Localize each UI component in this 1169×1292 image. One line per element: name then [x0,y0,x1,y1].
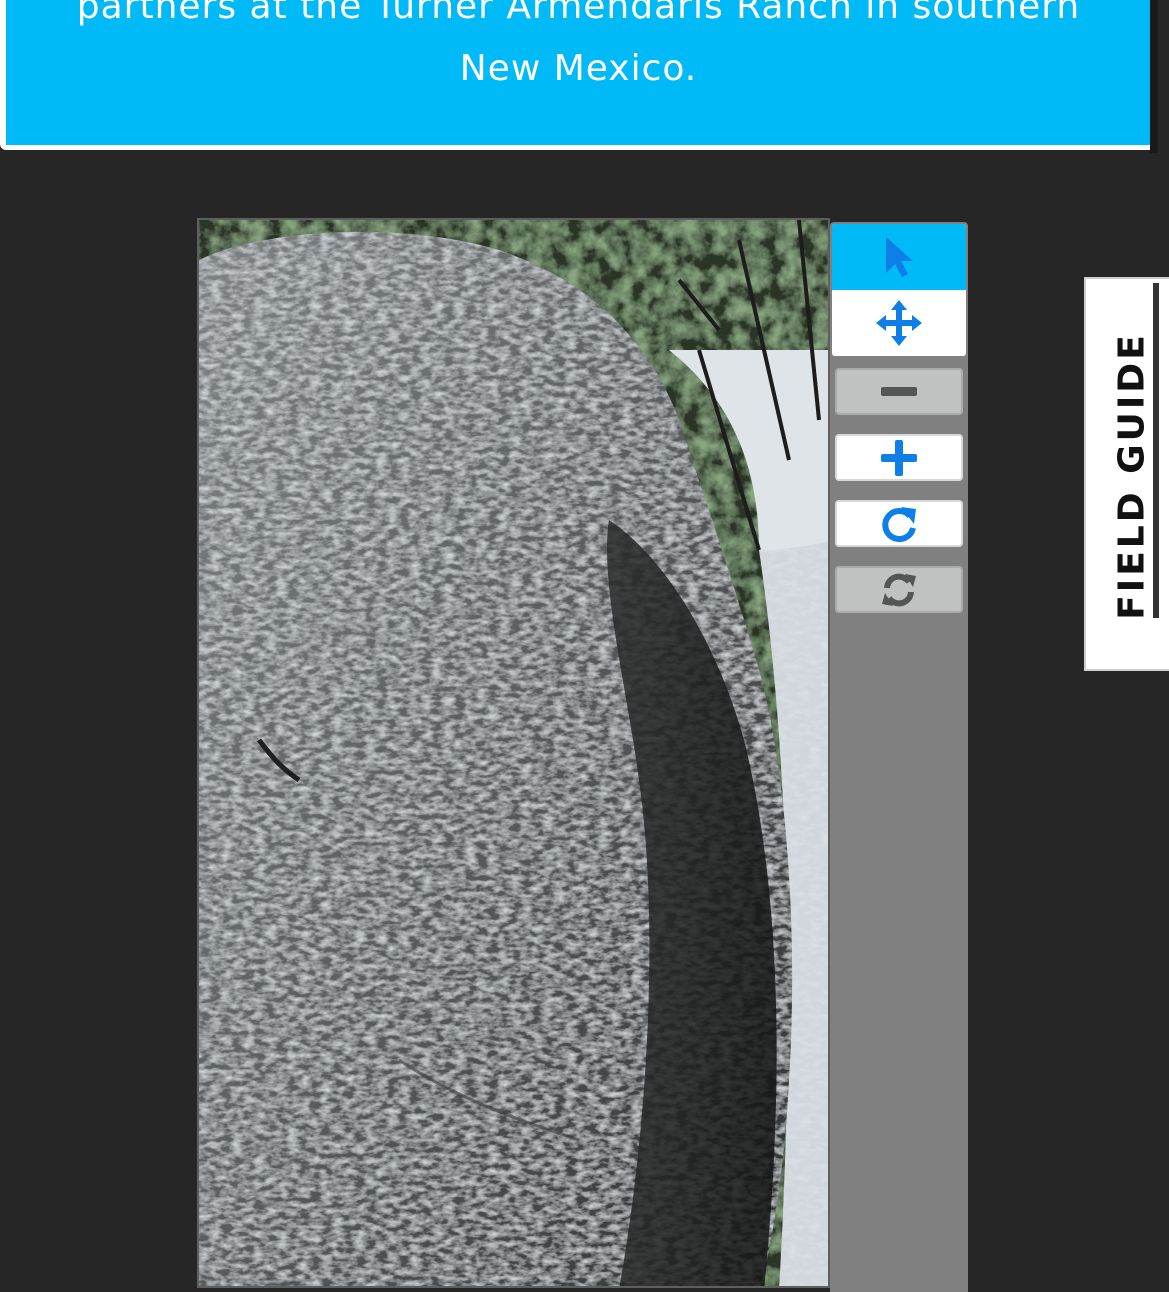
move-tool-button[interactable] [832,290,966,356]
move-arrows-icon [876,300,922,346]
viewer-toolbar [830,222,968,1292]
pointer-arrow-icon [886,237,913,277]
subject-viewer[interactable] [197,218,830,1288]
subject-info-banner: partners at the Turner Armendaris Ranch … [0,0,1157,150]
tab-edge [1153,283,1159,618]
refresh-icon [882,573,916,606]
minus-icon [881,386,917,396]
rotate-clockwise-icon [882,506,916,542]
tool-selector [832,224,966,356]
scrollbar-edge [1150,0,1158,153]
banner-text: partners at the Turner Armendaris Ranch … [16,0,1141,100]
zoom-out-button[interactable] [835,368,963,415]
rotate-button[interactable] [835,500,963,547]
field-guide-label: FIELD GUIDE [1111,332,1153,620]
banner-text-line-2: New Mexico. [459,48,698,89]
annotate-tool-button[interactable] [832,224,966,290]
banner-text-line-1: partners at the Turner Armendaris Ranch … [76,0,1081,27]
reset-button[interactable] [835,566,963,613]
plus-icon [881,439,917,476]
zoom-in-button[interactable] [835,434,963,481]
subject-image[interactable] [199,220,830,1288]
